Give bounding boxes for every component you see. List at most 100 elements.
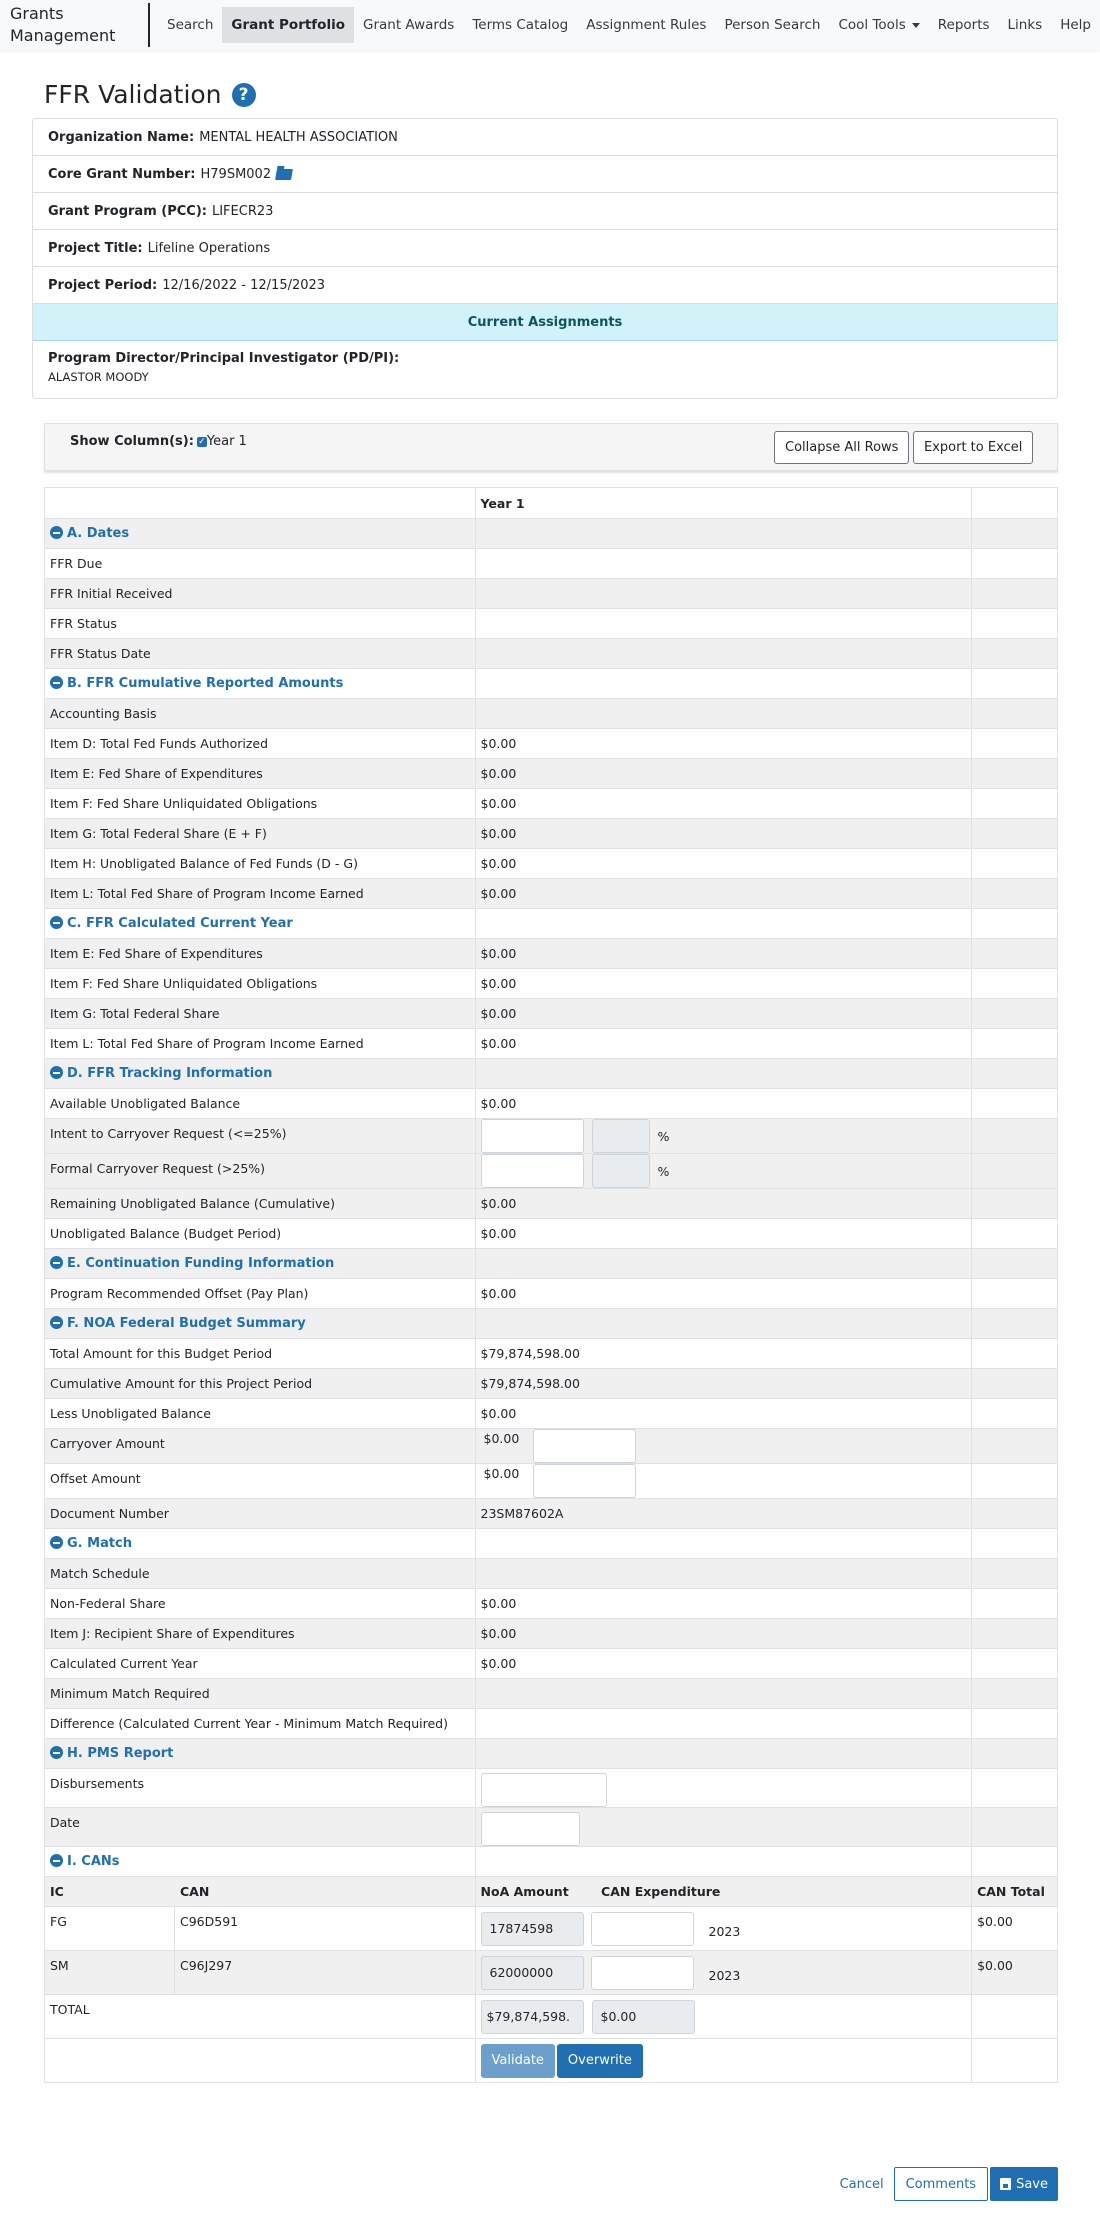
table-row: Date: [44, 1807, 1058, 1847]
row-label: Item L: Total Fed Share of Program Incom…: [44, 878, 476, 909]
can-total: $0.00: [971, 1950, 1058, 1995]
show-columns-label: Show Column(s):: [70, 434, 194, 449]
section-h-toggle[interactable]: H. PMS Report: [44, 1738, 476, 1769]
section-i-toggle[interactable]: I. CANs: [44, 1846, 476, 1877]
row-value: $0.00: [474, 1028, 973, 1059]
table-row: Program Recommended Offset (Pay Plan) $0.…: [44, 1278, 1058, 1309]
brand-logo[interactable]: Grants Management: [10, 3, 151, 47]
nav-search[interactable]: Search: [158, 7, 222, 43]
section-i-title: I. CANs: [67, 1854, 120, 1869]
nav-links[interactable]: Links: [999, 7, 1052, 43]
row-label: Program Recommended Offset (Pay Plan): [44, 1278, 476, 1309]
org-name-label: Organization Name:: [48, 129, 195, 145]
intent-carryover-input[interactable]: [480, 1119, 584, 1153]
section-h-header: H. PMS Report: [44, 1738, 1058, 1769]
row-value: $0.00: [474, 788, 973, 819]
can-ic: SM: [45, 1951, 175, 1994]
show-columns: Show Column(s): ✓Year 1: [70, 434, 247, 449]
pms-date-input[interactable]: [480, 1812, 580, 1846]
section-c-toggle[interactable]: C. FFR Calculated Current Year: [44, 908, 476, 939]
year1-checkbox[interactable]: ✓: [196, 437, 207, 447]
can-header-expenditure: CAN Expenditure: [601, 1884, 721, 1899]
row-value: [474, 548, 973, 579]
validate-button[interactable]: Validate: [480, 2043, 555, 2078]
section-g-toggle[interactable]: G. Match: [44, 1528, 476, 1559]
minus-circle-icon: [50, 1536, 63, 1549]
ffr-validation-table: Year 1 A. Dates FFR Due FFR Initial Rece…: [44, 487, 1058, 2083]
row-input-cell: %: [474, 1153, 973, 1189]
project-title-value: Lifeline Operations: [147, 240, 271, 256]
row-label: Less Unobligated Balance: [44, 1398, 476, 1429]
row-value: $0.00: [474, 968, 973, 999]
row-input-cell: $0.00: [474, 1463, 973, 1499]
can-amount-cell: 62000000 2023: [474, 1950, 973, 1995]
nav-grant-portfolio[interactable]: Grant Portfolio: [222, 7, 354, 43]
nav-grant-awards[interactable]: Grant Awards: [354, 7, 463, 43]
page-title: FFR Validation ?: [44, 80, 256, 109]
cancel-link[interactable]: Cancel: [840, 2177, 884, 2192]
row-value: $79,874,598.00: [474, 1338, 973, 1369]
disbursements-input[interactable]: [480, 1773, 607, 1807]
minus-circle-icon: [50, 1316, 63, 1329]
can-expenditure-input[interactable]: [590, 1911, 694, 1946]
row-value: $0.00: [474, 1648, 973, 1679]
row-value: $0.00: [474, 878, 973, 909]
row-label: Item H: Unobligated Balance of Fed Funds…: [44, 848, 476, 879]
row-value: $0.00: [474, 728, 973, 759]
table-toolbar: Show Column(s): ✓Year 1 Collapse All Rows…: [44, 423, 1058, 471]
collapse-all-rows-button[interactable]: Collapse All Rows: [774, 431, 910, 464]
table-row: Item L: Total Fed Share of Program Incom…: [44, 878, 1058, 909]
can-ic-can-cell: FG C96D591: [44, 1906, 476, 1951]
can-ic-can-cell: SM C96J297: [44, 1950, 476, 1995]
table-row: Item D: Total Fed Funds Authorized $0.00: [44, 728, 1058, 759]
nav-reports[interactable]: Reports: [929, 7, 999, 43]
row-value: $0.00: [474, 758, 973, 789]
can-row: FG C96D591 17874598 2023 $0.00: [44, 1906, 1058, 1951]
question-circle-icon[interactable]: ?: [231, 82, 256, 107]
section-f-toggle[interactable]: F. NOA Federal Budget Summary: [44, 1308, 476, 1339]
section-d-toggle[interactable]: D. FFR Tracking Information: [44, 1058, 476, 1089]
carryover-amount-input[interactable]: [532, 1429, 636, 1463]
section-a-toggle[interactable]: A. Dates: [44, 518, 476, 549]
nav-terms-catalog[interactable]: Terms Catalog: [463, 7, 577, 43]
section-e-toggle[interactable]: E. Continuation Funding Information: [44, 1248, 476, 1279]
minus-circle-icon: [50, 1746, 63, 1759]
row-value: $0.00: [474, 1588, 973, 1619]
row-value: $0.00: [474, 1088, 973, 1119]
can-total-noa-field: $79,874,598.: [480, 1999, 584, 2034]
nav-assignment-rules[interactable]: Assignment Rules: [577, 7, 715, 43]
row-label: FFR Due: [44, 548, 476, 579]
row-value: [474, 1678, 973, 1709]
top-navbar: Grants Management Search Grant Portfolio…: [0, 0, 1100, 50]
row-label: Item E: Fed Share of Expenditures: [44, 758, 476, 789]
org-name-row: Organization Name: MENTAL HEALTH ASSOCIA…: [33, 119, 1057, 156]
section-f-title: F. NOA Federal Budget Summary: [67, 1316, 306, 1331]
project-period-label: Project Period:: [48, 277, 158, 293]
nav-cool-tools-label: Cool Tools: [838, 17, 906, 33]
row-label: Match Schedule: [44, 1558, 476, 1589]
save-button[interactable]: Save: [990, 2167, 1058, 2201]
offset-amount-input[interactable]: [532, 1464, 636, 1498]
table-row: Unobligated Balance (Budget Period) $0.00: [44, 1218, 1058, 1249]
overwrite-button[interactable]: Overwrite: [556, 2043, 643, 2078]
org-name-value: MENTAL HEALTH ASSOCIATION: [199, 129, 398, 145]
row-label: Difference (Calculated Current Year - Mi…: [44, 1708, 476, 1739]
can-number: C96J297: [180, 1958, 233, 1973]
pd-pi-block: Program Director/Principal Investigator …: [33, 341, 1057, 398]
nav-help[interactable]: Help: [1051, 7, 1100, 43]
can-header-ic-can: IC CAN: [44, 1876, 476, 1907]
row-label: Item L: Total Fed Share of Program Incom…: [44, 1028, 476, 1059]
table-row: Carryover Amount $0.00: [44, 1428, 1058, 1464]
folder-open-icon[interactable]: [275, 168, 294, 180]
row-input-cell: [474, 1768, 973, 1808]
table-row: FFR Due: [44, 548, 1058, 579]
can-header-row: IC CAN NoA Amount CAN Expenditure CAN To…: [44, 1876, 1058, 1907]
can-expenditure-input[interactable]: [590, 1955, 694, 1990]
export-to-excel-button[interactable]: Export to Excel: [913, 431, 1034, 464]
nav-cool-tools[interactable]: Cool Tools: [829, 7, 928, 43]
comments-button[interactable]: Comments: [893, 2167, 989, 2201]
section-b-toggle[interactable]: B. FFR Cumulative Reported Amounts: [44, 668, 476, 699]
nav-person-search[interactable]: Person Search: [715, 7, 829, 43]
minus-circle-icon: [50, 676, 63, 689]
formal-carryover-input[interactable]: [480, 1154, 584, 1188]
